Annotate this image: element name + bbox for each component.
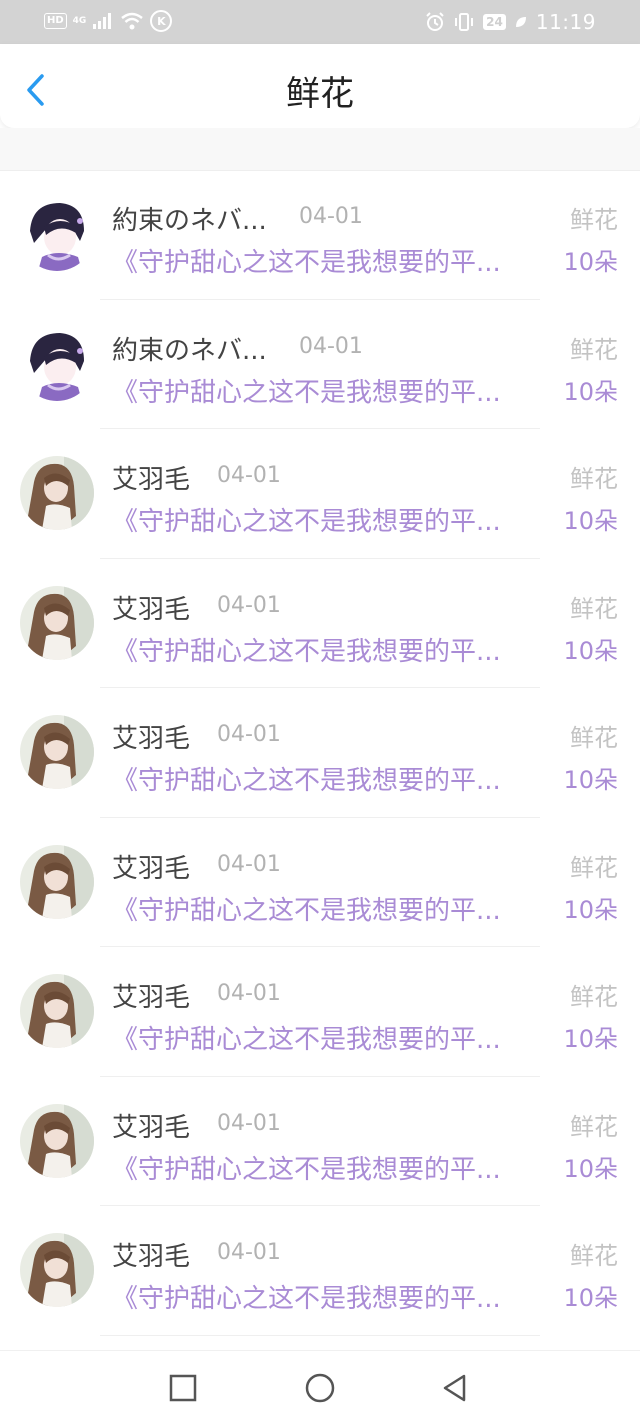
list-item[interactable]: 約束のネバ... 04-01 鲜花 《守护甜心之这不是我想要的平... 10朵 [0,300,640,430]
avatar[interactable] [20,844,94,919]
avatar[interactable] [20,1233,94,1307]
gift-date: 04-01 [299,204,363,229]
gift-type-label: 鲜花 [570,724,618,752]
avatar[interactable] [20,197,94,271]
gift-date: 04-01 [217,722,281,747]
gift-count: 10朵 [563,1284,618,1312]
gift-count: 10朵 [563,766,618,794]
list-item[interactable]: 艾羽毛 04-01 鲜花 《守护甜心之这不是我想要的平... 10朵 [0,947,640,1077]
gift-date: 04-01 [299,333,363,359]
gift-count: 10朵 [563,377,618,406]
work-title-link[interactable]: 《守护甜心之这不是我想要的平... [112,631,542,668]
gift-date: 04-01 [217,463,281,488]
work-title-link[interactable]: 《守护甜心之这不是我想要的平... [112,890,542,927]
gift-count: 10朵 [563,507,618,535]
list-top-spacer [0,128,640,171]
circle-home-icon [305,1373,335,1403]
gift-date: 04-01 [217,592,281,618]
list-item[interactable]: 艾羽毛 04-01 鲜花 《守护甜心之这不是我想要的平... 10朵 [0,1077,640,1207]
gift-date: 04-01 [217,981,281,1006]
sender-name: 艾羽毛 [112,1112,191,1143]
gift-date: 04-01 [217,851,281,877]
gift-record-list: 約束のネバ... 04-01 鲜花 《守护甜心之这不是我想要的平... 10朵 … [0,170,640,1336]
gift-type-label: 鲜花 [570,1112,618,1141]
triangle-back-icon [443,1374,466,1402]
sender-name: 約束のネバ... [112,335,267,366]
sender-name: 艾羽毛 [112,594,191,625]
square-recents-icon [169,1374,197,1402]
clock-time: 11:19 [535,10,596,34]
sender-name: 艾羽毛 [112,724,191,754]
brown-hair-girl-icon [20,585,94,660]
brown-hair-girl-icon [20,974,94,1048]
gift-count: 10朵 [563,895,618,924]
brown-hair-girl-icon [20,844,94,919]
avatar[interactable] [20,326,94,401]
system-back-button[interactable] [436,1369,474,1407]
avatar[interactable] [20,585,94,660]
brown-hair-girl-icon [20,1103,94,1178]
system-nav-bar [0,1350,640,1423]
list-item[interactable]: 艾羽毛 04-01 鲜花 《守护甜心之这不是我想要的平... 10朵 [0,818,640,948]
avatar[interactable] [20,715,94,789]
sender-name: 艾羽毛 [112,983,191,1013]
gift-type-label: 鲜花 [570,594,618,623]
dark-hair-character-icon [20,326,94,401]
list-item[interactable]: 艾羽毛 04-01 鲜花 《守护甜心之这不是我想要的平... 10朵 [0,1206,640,1336]
work-title-link[interactable]: 《守护甜心之这不是我想要的平... [112,1278,542,1315]
leaf-icon [515,17,526,27]
hd-badge: HD [44,13,67,29]
avatar[interactable] [20,456,94,530]
gift-type-label: 鲜花 [570,853,618,882]
gift-type-label: 鲜花 [570,206,618,234]
battery-icon: 24 [483,14,506,30]
status-bar: HD 4G K 24 11:19 [0,0,640,44]
k-badge-icon: K [150,10,173,32]
status-right: 24 11:19 [425,10,596,34]
brown-hair-girl-icon [20,715,94,789]
dark-hair-character-icon [20,197,94,271]
work-title-link[interactable]: 《守护甜心之这不是我想要的平... [112,242,542,279]
sender-name: 艾羽毛 [112,465,191,495]
list-item[interactable]: 艾羽毛 04-01 鲜花 《守护甜心之这不是我想要的平... 10朵 [0,688,640,818]
work-title-link[interactable]: 《守护甜心之这不是我想要的平... [112,1019,542,1056]
list-item[interactable]: 約束のネバ... 04-01 鲜花 《守护甜心之这不是我想要的平... 10朵 [0,170,640,300]
gift-type-label: 鲜花 [570,983,618,1011]
signal-icon [93,13,112,29]
sender-name: 艾羽毛 [112,853,191,884]
gift-date: 04-01 [217,1110,281,1136]
status-left: HD 4G K [44,10,173,32]
recents-button[interactable] [164,1369,202,1407]
gift-type-label: 鲜花 [570,1242,618,1270]
brown-hair-girl-icon [20,1233,94,1307]
avatar[interactable] [20,1103,94,1178]
work-title-link[interactable]: 《守护甜心之这不是我想要的平... [112,1149,542,1186]
vibrate-icon [455,13,474,31]
work-title-link[interactable]: 《守护甜心之这不是我想要的平... [112,501,542,538]
gift-count: 10朵 [563,248,618,276]
sender-name: 約束のネバ... [112,206,267,236]
list-item[interactable]: 艾羽毛 04-01 鲜花 《守护甜心之这不是我想要的平... 10朵 [0,429,640,559]
work-title-link[interactable]: 《守护甜心之这不是我想要的平... [112,372,542,409]
gift-type-label: 鲜花 [570,335,618,364]
page-title: 鲜花 [286,74,354,114]
wifi-icon [121,12,144,30]
gift-count: 10朵 [563,1025,618,1053]
gift-type-label: 鲜花 [570,465,618,493]
work-title-link[interactable]: 《守护甜心之这不是我想要的平... [112,760,542,797]
page-header: 鲜花 [0,44,640,128]
avatar[interactable] [20,974,94,1048]
network-label: 4G [72,16,87,26]
alarm-icon [426,12,444,31]
list-item[interactable]: 艾羽毛 04-01 鲜花 《守护甜心之这不是我想要的平... 10朵 [0,559,640,689]
home-button[interactable] [301,1369,339,1407]
gift-date: 04-01 [217,1240,281,1265]
sender-name: 艾羽毛 [112,1242,191,1272]
brown-hair-girl-icon [20,456,94,530]
gift-count: 10朵 [563,636,618,665]
gift-count: 10朵 [563,1154,618,1183]
